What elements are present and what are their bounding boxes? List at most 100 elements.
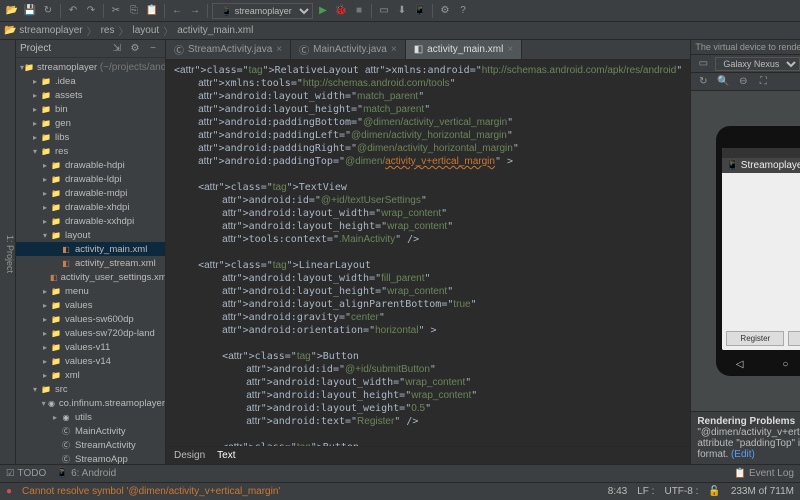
paste-icon[interactable]: 📋 (144, 3, 160, 19)
expand-arrow-icon[interactable]: ▸ (40, 175, 50, 184)
breadcrumb-item[interactable]: layout (133, 25, 160, 36)
event-log-tool[interactable]: 📋 Event Log (734, 468, 794, 479)
help-icon[interactable]: ? (455, 3, 471, 19)
editor-tab[interactable]: Ⓒ MainActivity.java × (291, 40, 406, 59)
line-sep[interactable]: LF : (637, 486, 654, 497)
editor-tab[interactable]: Ⓒ StreamActivity.java × (166, 40, 291, 59)
stop-icon[interactable]: ■ (351, 3, 367, 19)
tree-item[interactable]: ▸ 📁 drawable-xhdpi (16, 200, 165, 214)
breadcrumb-item[interactable]: 📂 streamoplayer (4, 25, 83, 36)
breadcrumb-item[interactable]: activity_main.xml (177, 25, 253, 36)
zoom-out-icon[interactable]: ⊖ (735, 74, 751, 90)
settings-icon[interactable]: ⚙ (437, 3, 453, 19)
tree-item[interactable]: ▾ ◉ co.infinum.streamoplayer (16, 396, 165, 410)
device-select[interactable]: Galaxy Nexus (715, 57, 800, 71)
tree-item[interactable]: ▸ 📁 values-v11 (16, 340, 165, 354)
hide-icon[interactable]: − (145, 41, 161, 57)
tree-item[interactable]: ◧ activity_stream.xml (16, 256, 165, 270)
expand-arrow-icon[interactable]: ▾ (30, 385, 40, 394)
orientation-icon[interactable]: ▭ (695, 56, 711, 72)
zoom-in-icon[interactable]: 🔍 (715, 74, 731, 90)
expand-arrow-icon[interactable]: ▸ (30, 91, 40, 100)
tree-item[interactable]: ▸ ◉ utils (16, 410, 165, 424)
cut-icon[interactable]: ✂ (108, 3, 124, 19)
refresh-icon[interactable]: ↻ (695, 74, 711, 90)
tree-item[interactable]: ▾ 📁 res (16, 144, 165, 158)
register-button[interactable]: Register (726, 331, 784, 346)
expand-arrow-icon[interactable]: ▸ (50, 413, 60, 422)
tree-item[interactable]: ◧ activity_main.xml (16, 242, 165, 256)
tree-item[interactable]: ▸ 📁 assets (16, 88, 165, 102)
nav-home-icon[interactable]: ○ (782, 359, 788, 370)
tree-item[interactable]: ◧ activity_user_settings.xml (16, 270, 165, 284)
expand-arrow-icon[interactable]: ▸ (30, 105, 40, 114)
tree-item[interactable]: Ⓒ StreamoApp (16, 452, 165, 464)
run-icon[interactable]: ▶ (315, 3, 331, 19)
avd-icon[interactable]: ▭ (376, 3, 392, 19)
encoding[interactable]: UTF-8 : (664, 486, 698, 497)
expand-arrow-icon[interactable]: ▸ (40, 343, 50, 352)
expand-arrow-icon[interactable]: ▸ (30, 133, 40, 142)
tree-item[interactable]: ▸ 📁 gen (16, 116, 165, 130)
tree-item[interactable]: Ⓒ StreamActivity (16, 438, 165, 452)
todo-tool[interactable]: ☑ TODO (6, 468, 46, 479)
stream-button[interactable]: Stream (788, 331, 800, 346)
expand-arrow-icon[interactable]: ▸ (40, 315, 50, 324)
tree-item[interactable]: ▾ 📁 src (16, 382, 165, 396)
expand-arrow-icon[interactable]: ▸ (40, 161, 50, 170)
expand-arrow-icon[interactable]: ▸ (40, 287, 50, 296)
error-indicator-icon[interactable]: ● (6, 486, 12, 497)
nav-back-icon[interactable]: ◁ (736, 359, 744, 370)
fit-icon[interactable]: ⛶ (755, 74, 771, 90)
run-config-select[interactable]: 📱 streamoplayer (212, 3, 313, 19)
expand-arrow-icon[interactable]: ▸ (40, 217, 50, 226)
save-icon[interactable]: 💾 (22, 3, 38, 19)
tree-item[interactable]: ▸ 📁 xml (16, 368, 165, 382)
editor-tab[interactable]: ◧ activity_main.xml × (406, 40, 522, 59)
expand-arrow-icon[interactable]: ▸ (30, 119, 40, 128)
edit-link[interactable]: (Edit) (731, 449, 755, 460)
tree-item[interactable]: ▸ 📁 bin (16, 102, 165, 116)
expand-arrow-icon[interactable]: ▾ (30, 147, 40, 156)
expand-arrow-icon[interactable]: ▾ (40, 231, 50, 240)
back-icon[interactable]: ← (169, 3, 185, 19)
tree-item[interactable]: ▸ 📁 drawable-mdpi (16, 186, 165, 200)
close-icon[interactable]: × (276, 44, 282, 55)
tree-item[interactable]: ▸ 📁 menu (16, 284, 165, 298)
open-icon[interactable]: 📂 (4, 3, 20, 19)
memory-indicator[interactable]: 233M of 711M (731, 486, 794, 497)
expand-arrow-icon[interactable]: ▸ (30, 77, 40, 86)
expand-arrow-icon[interactable]: ▾ (40, 399, 47, 408)
tree-item[interactable]: ▸ 📁 drawable-xxhdpi (16, 214, 165, 228)
expand-arrow-icon[interactable]: ▸ (40, 189, 50, 198)
expand-arrow-icon[interactable]: ▸ (40, 203, 50, 212)
tree-item[interactable]: ▸ 📁 drawable-ldpi (16, 172, 165, 186)
expand-arrow-icon[interactable]: ▸ (40, 357, 50, 366)
tree-item[interactable]: ▸ 📁 .idea (16, 74, 165, 88)
copy-icon[interactable]: ⎘ (126, 3, 142, 19)
tree-item[interactable]: ▸ 📁 values-v14 (16, 354, 165, 368)
sdk-icon[interactable]: ⬇ (394, 3, 410, 19)
code-editor[interactable]: <attr">class="tag">RelativeLayout attr">… (166, 60, 690, 446)
close-icon[interactable]: × (507, 44, 513, 55)
debug-icon[interactable]: 🐞 (333, 3, 349, 19)
tree-item[interactable]: ▾ 📁 layout (16, 228, 165, 242)
tree-item[interactable]: ▸ 📁 drawable-hdpi (16, 158, 165, 172)
android-tool[interactable]: 📱 6: Android (56, 468, 116, 479)
undo-icon[interactable]: ↶ (65, 3, 81, 19)
tree-item[interactable]: ▸ 📁 values-sw720dp-land (16, 326, 165, 340)
breadcrumb-item[interactable]: res (101, 25, 115, 36)
expand-arrow-icon[interactable]: ▸ (40, 329, 50, 338)
lock-icon[interactable]: 🔓 (708, 486, 720, 497)
forward-icon[interactable]: → (187, 3, 203, 19)
tree-item[interactable]: ▸ 📁 libs (16, 130, 165, 144)
sync-icon[interactable]: ↻ (40, 3, 56, 19)
tree-item[interactable]: ▾ 📁 streamoplayer (~/projects/android/..… (16, 60, 165, 74)
expand-arrow-icon[interactable]: ▸ (40, 301, 50, 310)
tree-item[interactable]: ▸ 📁 values (16, 298, 165, 312)
project-tree[interactable]: ▾ 📁 streamoplayer (~/projects/android/..… (16, 58, 165, 464)
redo-icon[interactable]: ↷ (83, 3, 99, 19)
expand-arrow-icon[interactable]: ▸ (40, 371, 50, 380)
monitor-icon[interactable]: 📱 (412, 3, 428, 19)
tree-item[interactable]: ▸ 📁 values-sw600dp (16, 312, 165, 326)
